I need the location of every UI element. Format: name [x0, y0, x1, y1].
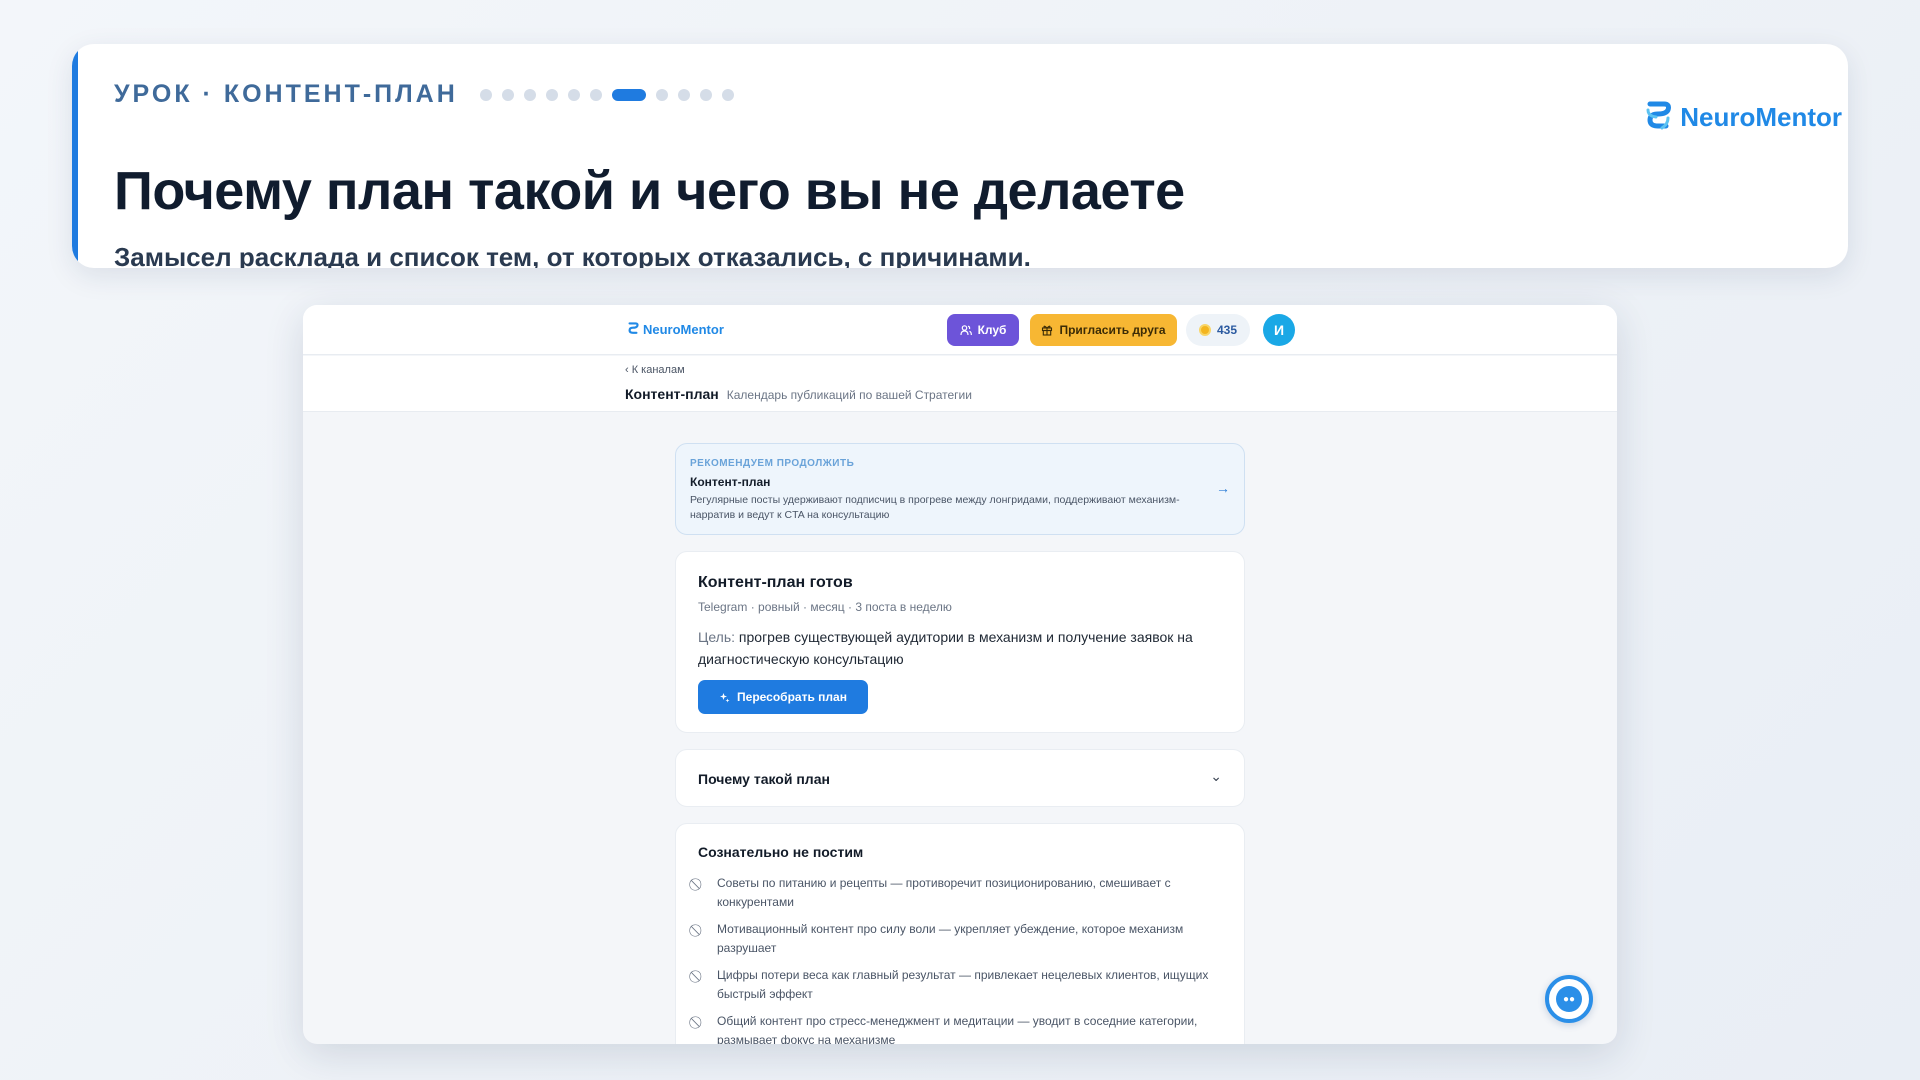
lesson-tag-row: УРОК · КОНТЕНТ-ПЛАН — [114, 80, 734, 109]
recommendation-banner[interactable]: РЕКОМЕНДУЕМ ПРОДОЛЖИТЬ Контент-план Регу… — [675, 443, 1245, 535]
sparkles-icon — [720, 692, 730, 702]
progress-dot-current — [611, 88, 646, 101]
list-item: ⃠ Мотивационный контент про силу воли — … — [698, 920, 1223, 958]
goal-label: Цель: — [698, 629, 736, 645]
recommendation-label: РЕКОМЕНДУЕМ ПРОДОЛЖИТЬ — [690, 458, 855, 469]
ban-icon: ⃠ — [698, 921, 710, 958]
page-header: ‹ К каналам Контент-план Календарь публи… — [303, 356, 1617, 412]
chevron-down-icon[interactable]: ⌄ — [1210, 768, 1222, 785]
plan-goal: Цель: прогрев существующей аудитории в м… — [698, 626, 1198, 670]
progress-dot — [501, 88, 514, 101]
goal-text: прогрев существующей аудитории в механиз… — [698, 629, 1193, 667]
progress-dot — [721, 88, 734, 101]
club-label: Клуб — [977, 323, 1007, 337]
rebuild-plan-label: Пересобрать план — [737, 690, 847, 704]
progress-dot — [655, 88, 668, 101]
arrow-right-icon[interactable]: → — [1216, 480, 1230, 496]
back-to-channels-link[interactable]: ‹ К каналам — [625, 364, 685, 376]
progress-dot — [677, 88, 690, 101]
invite-friend-button[interactable]: Пригласить друга — [1030, 314, 1177, 346]
list-item-text: Цифры потери веса как главный результат … — [717, 968, 1209, 1001]
neuromentor-logo-icon — [1646, 101, 1672, 130]
neuromentor-logo-icon — [628, 322, 639, 334]
list-item-text: Мотивационный контент про силу воли — ук… — [717, 922, 1184, 955]
top-nav-bar: NeuroMentor Клуб Пригласить друга 435 И — [303, 305, 1617, 355]
club-button[interactable]: Клуб — [947, 314, 1019, 346]
progress-dot — [699, 88, 712, 101]
plan-meta: Telegram · ровный · месяц · 3 поста в не… — [698, 600, 952, 614]
list-item: ⃠ Советы по питанию и рецепты — противор… — [698, 874, 1223, 912]
lesson-progress — [479, 88, 734, 101]
coin-count: 435 — [1216, 323, 1238, 337]
invite-label: Пригласить друга — [1059, 323, 1166, 337]
not-posting-card: Сознательно не постим ⃠ Советы по питани… — [675, 823, 1245, 1044]
list-item: ⃠ Цифры потери веса как главный результа… — [698, 966, 1223, 1004]
list-item-text: Общий контент про стресс-менеджмент и ме… — [717, 1014, 1198, 1044]
progress-dot — [479, 88, 492, 101]
app-brand[interactable]: NeuroMentor — [627, 321, 724, 337]
app-screenshot: NeuroMentor Клуб Пригласить друга 435 И … — [303, 305, 1617, 1044]
user-avatar[interactable]: И — [1263, 314, 1295, 346]
lesson-header-card: УРОК · КОНТЕНТ-ПЛАН Почему план такой и … — [72, 44, 1848, 268]
page-title: Контент-план — [625, 386, 719, 402]
plan-ready-card: Контент-план готов Telegram · ровный · м… — [675, 551, 1245, 733]
ban-icon: ⃠ — [698, 967, 710, 1004]
ban-icon: ⃠ — [698, 875, 710, 912]
brand-name: NeuroMentor — [1680, 101, 1842, 132]
recommendation-text: Регулярные посты удерживают подписчиц в … — [690, 494, 1180, 521]
chat-bubble-icon: ●● — [1556, 986, 1582, 1012]
not-posting-list: ⃠ Советы по питанию и рецепты — противор… — [698, 874, 1223, 1044]
progress-dot — [567, 88, 580, 101]
progress-dot — [523, 88, 536, 101]
brand-logo: NeuroMentor — [1644, 100, 1842, 134]
plan-ready-title: Контент-план готов — [698, 574, 853, 591]
lesson-tag: УРОК · КОНТЕНТ-ПЛАН — [114, 80, 458, 108]
why-plan-title: Почему такой план — [698, 771, 830, 787]
coin-icon — [1198, 324, 1211, 336]
list-item: ⃠ Общий контент про стресс-менеджмент и … — [698, 1012, 1223, 1044]
users-icon — [959, 325, 972, 336]
rebuild-plan-button[interactable]: Пересобрать план — [698, 680, 868, 714]
progress-dot — [589, 88, 602, 101]
not-posting-title: Сознательно не постим — [698, 844, 864, 860]
list-item-text: Советы по питанию и рецепты — противореч… — [717, 876, 1171, 909]
lesson-subtitle: Замысел расклада и список тем, от которы… — [114, 242, 1031, 268]
lesson-title: Почему план такой и чего вы не делаете — [114, 161, 1185, 221]
ban-icon: ⃠ — [698, 1013, 710, 1044]
gift-icon — [1042, 325, 1053, 336]
progress-dot — [545, 88, 558, 101]
coin-balance[interactable]: 435 — [1186, 314, 1250, 346]
chat-support-button[interactable]: ●● — [1545, 975, 1593, 1023]
recommendation-title: Контент-план — [690, 475, 771, 489]
page-subtitle: Календарь публикаций по вашей Стратегии — [726, 388, 972, 402]
page-title-row: Контент-план Календарь публикаций по ваш… — [625, 386, 972, 402]
why-plan-accordion[interactable]: Почему такой план ⌄ — [675, 749, 1245, 807]
app-brand-name: NeuroMentor — [643, 321, 724, 337]
